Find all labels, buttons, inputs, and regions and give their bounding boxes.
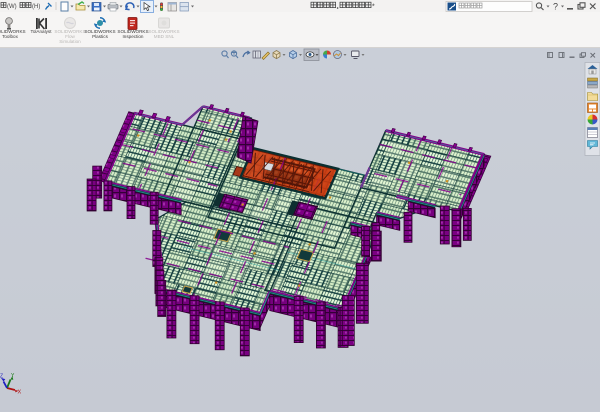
svg-text:X: X <box>18 390 22 396</box>
svg-text:*: * <box>372 4 375 11</box>
svg-text:(H): (H) <box>32 4 40 10</box>
svg-text:TolAnalyst: TolAnalyst <box>31 29 53 34</box>
svg-text:MBD SNL: MBD SNL <box>154 34 175 39</box>
svg-text:Z: Z <box>0 374 3 380</box>
svg-text:Inspection: Inspection <box>123 34 144 39</box>
svg-text:Toolbox: Toolbox <box>2 34 19 39</box>
svg-text:?: ? <box>553 2 558 12</box>
svg-text:Y: Y <box>11 373 15 379</box>
svg-text:(W): (W) <box>7 4 17 10</box>
svg-text:Simulation: Simulation <box>59 39 81 44</box>
svg-text:Plastics: Plastics <box>92 34 109 39</box>
